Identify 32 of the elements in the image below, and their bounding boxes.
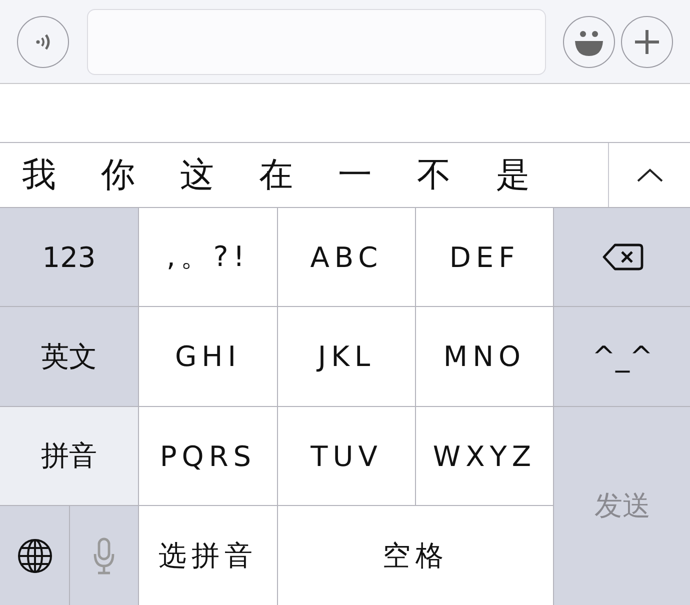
emoticon-key[interactable]: ^_^ [554, 307, 690, 406]
delete-key[interactable] [554, 208, 690, 306]
candidate-word[interactable]: 是 [496, 152, 530, 198]
letter-key[interactable]: JKL [278, 307, 415, 406]
candidate-word[interactable]: 不 [417, 152, 451, 198]
mode-key[interactable]: 英文 [0, 307, 138, 406]
letter-key[interactable]: WXYZ [416, 407, 553, 505]
candidate-word[interactable]: 在 [259, 152, 293, 198]
candidate-word[interactable]: 这 [180, 152, 214, 198]
letter-key[interactable]: PQRS [139, 407, 277, 505]
letter-key[interactable]: 选拼音 [139, 506, 277, 605]
globe-icon [16, 538, 52, 574]
candidate-word[interactable]: 我 [22, 152, 56, 198]
message-field[interactable] [87, 8, 546, 74]
letter-key[interactable]: TUV [278, 407, 415, 505]
chevron-up-icon [636, 167, 664, 183]
mode-key[interactable]: 123 [0, 208, 138, 306]
microphone-icon [92, 536, 116, 574]
backspace-icon [600, 242, 644, 272]
candidate-word[interactable]: 一 [338, 152, 372, 198]
letter-key[interactable]: ,。?! [139, 208, 277, 306]
emoji-button[interactable] [563, 16, 615, 68]
letter-key[interactable]: MNO [416, 307, 553, 406]
letter-key[interactable]: DEF [416, 208, 553, 306]
letter-key[interactable]: GHI [139, 307, 277, 406]
voice-button[interactable] [17, 16, 69, 68]
add-button[interactable] [621, 16, 673, 68]
globe-key[interactable] [0, 506, 69, 605]
letter-key[interactable]: ABC [278, 208, 415, 306]
space-key[interactable]: 空格 [278, 506, 553, 605]
mode-key[interactable]: 拼音 [0, 407, 138, 505]
candidate-word[interactable]: 你 [101, 152, 135, 198]
